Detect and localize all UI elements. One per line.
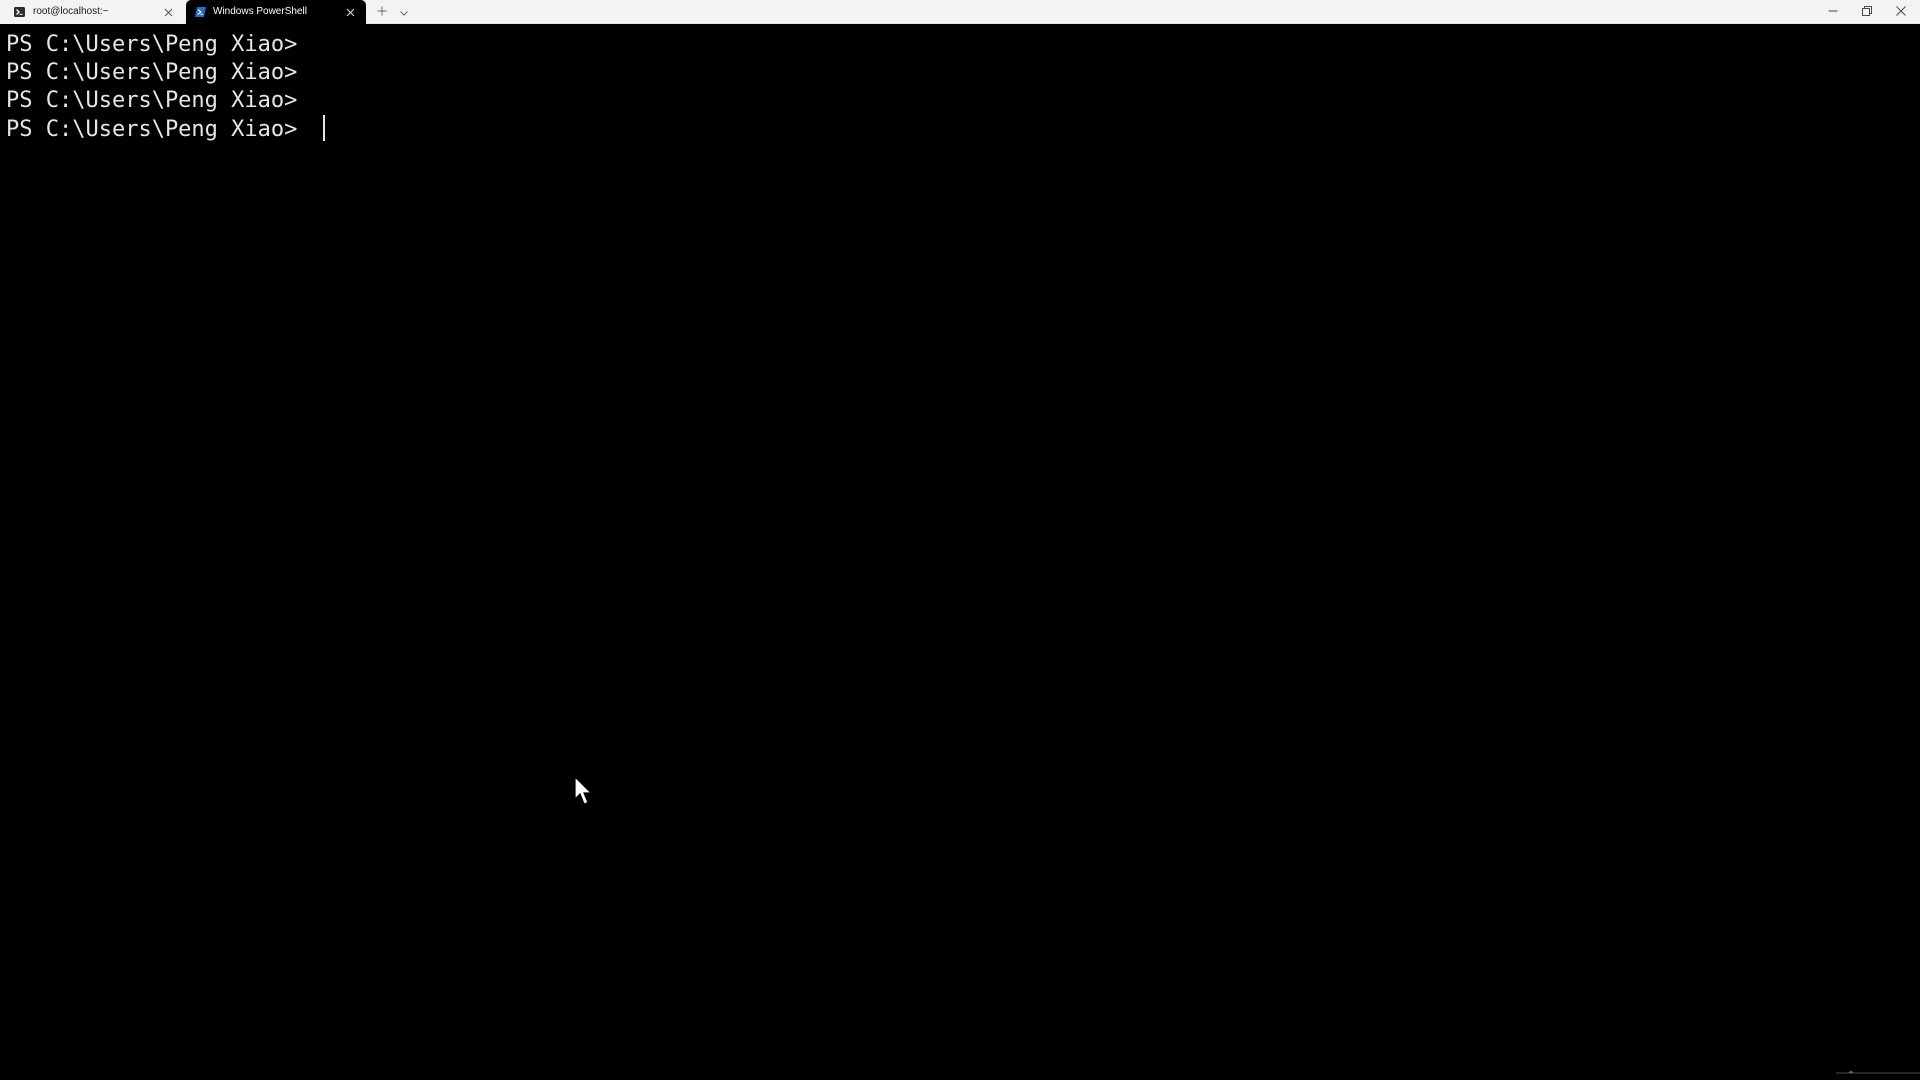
chevron-down-icon xyxy=(400,3,408,21)
prompt-line: PS C:\Users\Peng Xiao> xyxy=(6,88,298,113)
restore-button[interactable] xyxy=(1850,0,1884,24)
powershell-icon xyxy=(195,7,206,17)
ssh-terminal-icon xyxy=(14,7,25,17)
text-cursor xyxy=(322,115,325,141)
close-icon[interactable] xyxy=(344,6,356,18)
close-window-button[interactable] xyxy=(1884,0,1918,24)
close-icon[interactable] xyxy=(162,6,174,18)
new-tab-button[interactable] xyxy=(374,4,390,20)
prompt-line: PS C:\Users\Peng Xiao> xyxy=(6,32,298,57)
scroll-position-indicator xyxy=(1836,1070,1920,1074)
close-icon xyxy=(1896,3,1906,21)
prompt-line-current[interactable]: PS C:\Users\Peng Xiao> xyxy=(6,115,325,143)
tab-windows-powershell[interactable]: Windows PowerShell xyxy=(186,0,366,24)
restore-icon xyxy=(1862,3,1872,21)
tab-dropdown-button[interactable] xyxy=(396,4,412,20)
minimize-icon xyxy=(1828,3,1838,21)
terminal-output[interactable]: PS C:\Users\Peng Xiao> PS C:\Users\Peng … xyxy=(0,24,1920,1080)
tab-label: Windows PowerShell xyxy=(213,6,307,17)
mouse-pointer-icon xyxy=(574,776,593,805)
terminal-window: root@localhost:~ Windows PowerShell PS C… xyxy=(0,0,1920,1080)
plus-icon xyxy=(377,3,387,21)
tab-label: root@localhost:~ xyxy=(33,6,109,17)
tab-root-localhost[interactable]: root@localhost:~ xyxy=(0,0,184,24)
minimize-button[interactable] xyxy=(1816,0,1850,24)
tab-bar: root@localhost:~ Windows PowerShell xyxy=(0,0,1920,24)
prompt-line: PS C:\Users\Peng Xiao> xyxy=(6,60,298,85)
